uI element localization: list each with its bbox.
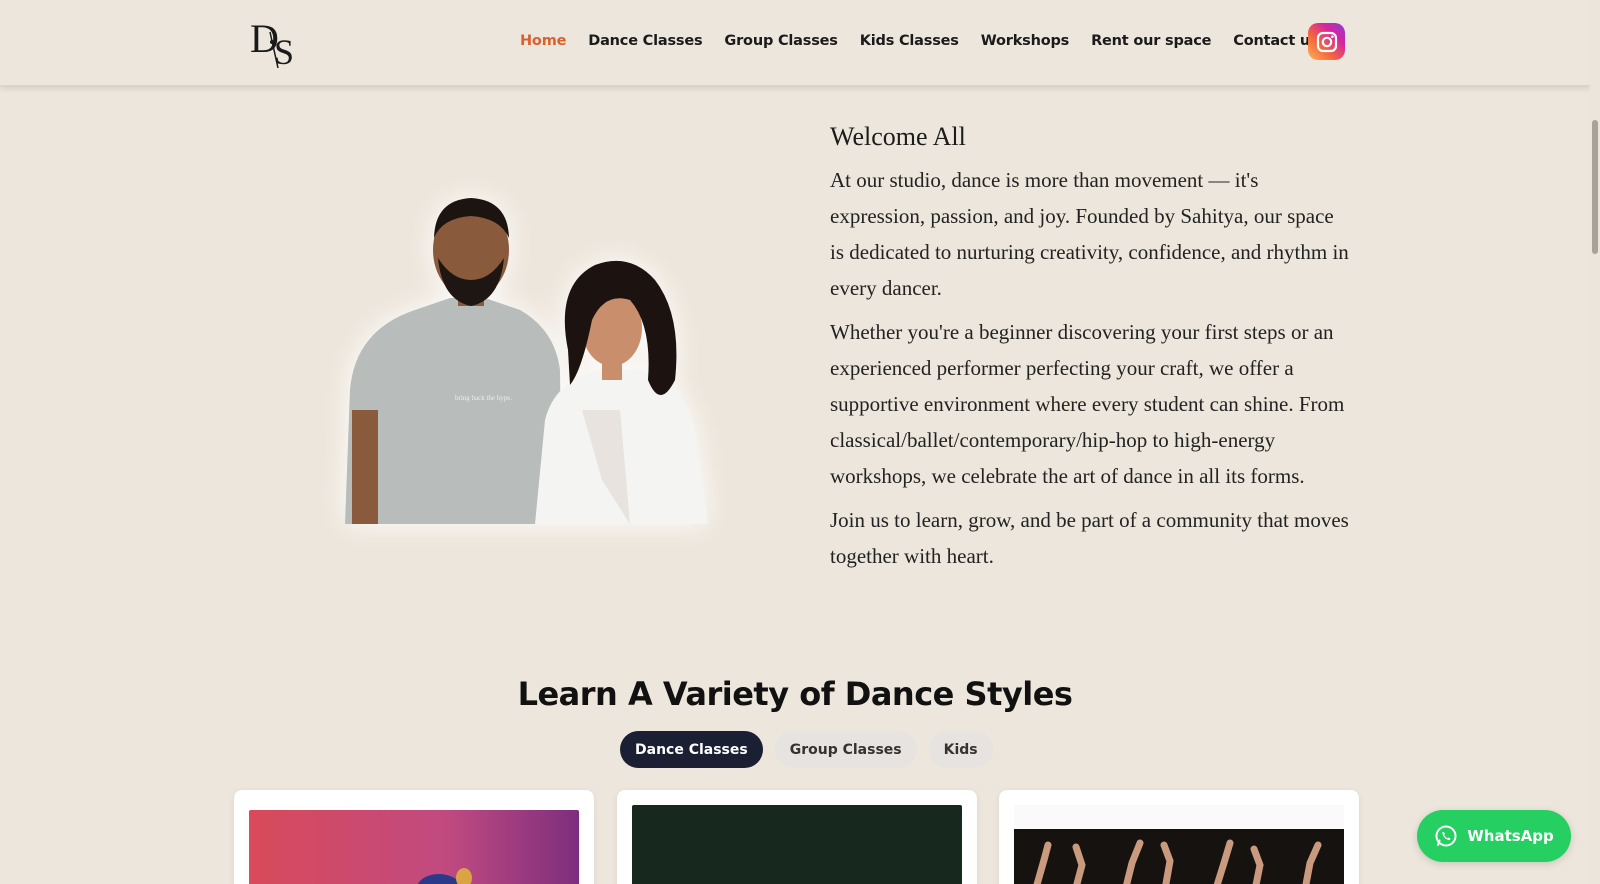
nav-home[interactable]: Home	[520, 33, 566, 49]
whatsapp-icon	[1435, 825, 1457, 847]
tab-kids[interactable]: Kids	[928, 731, 993, 768]
whatsapp-button[interactable]: WhatsApp	[1417, 810, 1571, 862]
class-card-3[interactable]	[999, 790, 1359, 884]
site-logo[interactable]: D S	[248, 14, 304, 70]
nav-workshops[interactable]: Workshops	[981, 33, 1070, 49]
site-header: D S Home Dance Classes Group Classes Kid…	[0, 0, 1590, 86]
nav-contact-us[interactable]: Contact us	[1233, 33, 1318, 49]
class-card-1[interactable]	[234, 790, 594, 884]
nav-group-classes[interactable]: Group Classes	[724, 33, 837, 49]
class-card-image	[1014, 805, 1344, 884]
dance-styles-title: Learn A Variety of Dance Styles	[517, 675, 1073, 713]
welcome-paragraph-3: Join us to learn, grow, and be part of a…	[830, 508, 1349, 568]
welcome-section: Welcome All At our studio, dance is more…	[830, 122, 1350, 582]
nav-kids-classes[interactable]: Kids Classes	[860, 33, 959, 49]
nav-dance-classes[interactable]: Dance Classes	[588, 33, 702, 49]
founders-photo: bring back the hype.	[345, 198, 708, 524]
instagram-icon[interactable]	[1308, 23, 1345, 60]
welcome-paragraph-2: Whether you're a beginner discovering yo…	[830, 320, 1345, 488]
nav-rent-our-space[interactable]: Rent our space	[1091, 33, 1211, 49]
page-scrollbar[interactable]	[1590, 0, 1600, 884]
welcome-title: Welcome All	[830, 122, 966, 151]
class-card-image	[249, 810, 579, 884]
welcome-paragraph-1: At our studio, dance is more than moveme…	[830, 168, 1349, 300]
main-nav: Home Dance Classes Group Classes Kids Cl…	[520, 33, 1340, 49]
class-card-image	[632, 805, 962, 884]
dance-styles-tabs: Dance Classes Group Classes Kids	[620, 731, 993, 768]
tshirt-print: bring back the hype.	[455, 394, 512, 402]
tab-dance-classes[interactable]: Dance Classes	[620, 731, 763, 768]
scrollbar-thumb[interactable]	[1592, 120, 1598, 254]
tab-group-classes[interactable]: Group Classes	[774, 731, 917, 768]
whatsapp-label: WhatsApp	[1467, 827, 1554, 845]
class-card-2[interactable]	[617, 790, 977, 884]
